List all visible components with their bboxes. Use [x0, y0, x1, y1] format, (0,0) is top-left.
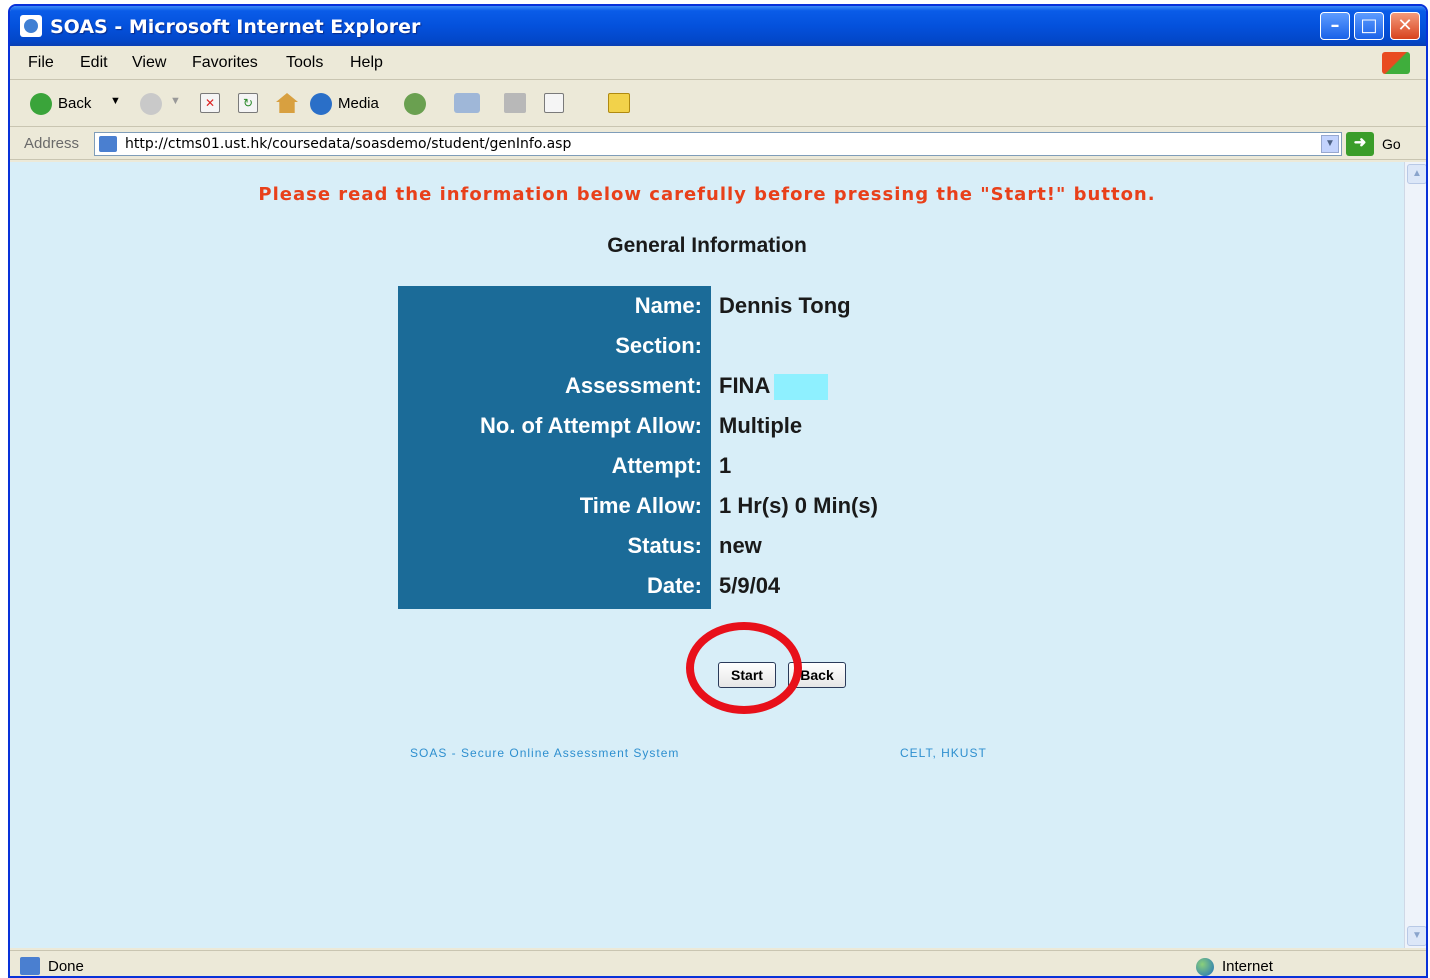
info-value: 1 Hr(s) 0 Min(s) [719, 493, 878, 518]
scroll-up-icon[interactable]: ▲ [1407, 164, 1426, 184]
info-label: Date: [646, 573, 702, 598]
info-label: Name: [634, 293, 702, 318]
page-icon [99, 136, 117, 152]
info-label: Status: [627, 533, 702, 558]
address-label: Address [24, 135, 80, 152]
info-value: Dennis Tong [719, 293, 851, 318]
info-value: 1 [719, 453, 732, 478]
address-dropdown-icon[interactable]: ▼ [1321, 135, 1339, 153]
info-label: Attempt: [611, 453, 702, 478]
info-label: Section: [615, 333, 702, 358]
maximize-button[interactable]: □ [1354, 12, 1384, 40]
address-input[interactable]: http://ctms01.ust.hk/coursedata/soasdemo… [94, 132, 1342, 156]
refresh-icon[interactable]: ↻ [238, 93, 258, 113]
ie-app-icon [20, 15, 42, 37]
address-url[interactable]: http://ctms01.ust.hk/coursedata/soasdemo… [125, 136, 571, 152]
internet-zone-icon [1196, 958, 1214, 976]
menu-edit[interactable]: Edit [80, 54, 108, 72]
status-bar: Done Internet [10, 950, 1426, 976]
toolbar: Back ▼ ▼ ✕ ↻ Media [10, 81, 1426, 127]
history-icon[interactable] [404, 93, 426, 115]
forward-arrow-icon[interactable] [140, 93, 162, 115]
messenger-icon[interactable] [608, 93, 630, 113]
info-value: 5/9/04 [719, 573, 781, 598]
security-zone-text: Internet [1222, 958, 1273, 975]
info-value: new [719, 533, 762, 558]
redaction-mask [774, 374, 829, 401]
vertical-scrollbar[interactable]: ▲ ▼ [1404, 162, 1426, 948]
window-title: SOAS - Microsoft Internet Explorer [50, 16, 421, 38]
minimize-button[interactable]: – [1320, 12, 1350, 40]
address-bar: Address http://ctms01.ust.hk/coursedata/… [10, 128, 1426, 160]
stop-icon[interactable]: ✕ [200, 93, 220, 113]
menu-favorites[interactable]: Favorites [192, 54, 258, 72]
forward-dropdown-icon[interactable]: ▼ [170, 95, 181, 117]
info-value: Multiple [719, 413, 803, 438]
go-arrow-icon[interactable]: ➜ [1346, 132, 1374, 156]
mail-icon[interactable] [454, 93, 480, 113]
close-button[interactable]: ✕ [1390, 12, 1420, 40]
back-arrow-icon[interactable] [30, 93, 52, 115]
menu-file[interactable]: File [28, 54, 54, 72]
edit-icon[interactable] [544, 93, 564, 113]
back-dropdown-icon[interactable]: ▼ [110, 95, 121, 117]
scroll-down-icon[interactable]: ▼ [1407, 926, 1426, 946]
footer-org: CELT, HKUST [900, 746, 987, 760]
instruction-notice: Please read the information below carefu… [258, 184, 1156, 205]
menu-tools[interactable]: Tools [286, 54, 323, 72]
browser-window: SOAS - Microsoft Internet Explorer – □ ✕… [8, 4, 1428, 978]
back-button[interactable]: Back [58, 95, 91, 117]
assessment-code: FINA [719, 373, 771, 398]
menu-view[interactable]: View [132, 54, 166, 72]
menu-help[interactable]: Help [350, 54, 383, 72]
title-bar[interactable]: SOAS - Microsoft Internet Explorer – □ ✕ [10, 6, 1426, 46]
page-done-icon [20, 957, 40, 975]
menu-bar: File Edit View Favorites Tools Help [10, 46, 1426, 80]
media-icon[interactable] [310, 93, 332, 115]
go-button[interactable]: Go [1382, 136, 1401, 152]
windows-logo-icon [1382, 52, 1410, 74]
info-label: No. of Attempt Allow: [480, 413, 702, 438]
page-title: General Information [607, 234, 807, 257]
status-text: Done [48, 958, 84, 975]
footer-system-name: SOAS - Secure Online Assessment System [410, 746, 680, 760]
info-value-assessment: FINA [719, 366, 829, 406]
info-label: Time Allow: [579, 493, 702, 518]
media-button[interactable]: Media [338, 95, 379, 117]
info-label: Assessment: [565, 373, 702, 398]
highlight-circle [686, 622, 802, 714]
page-content: Please read the information below carefu… [10, 162, 1404, 948]
home-icon[interactable] [276, 93, 298, 113]
print-icon[interactable] [504, 93, 526, 113]
